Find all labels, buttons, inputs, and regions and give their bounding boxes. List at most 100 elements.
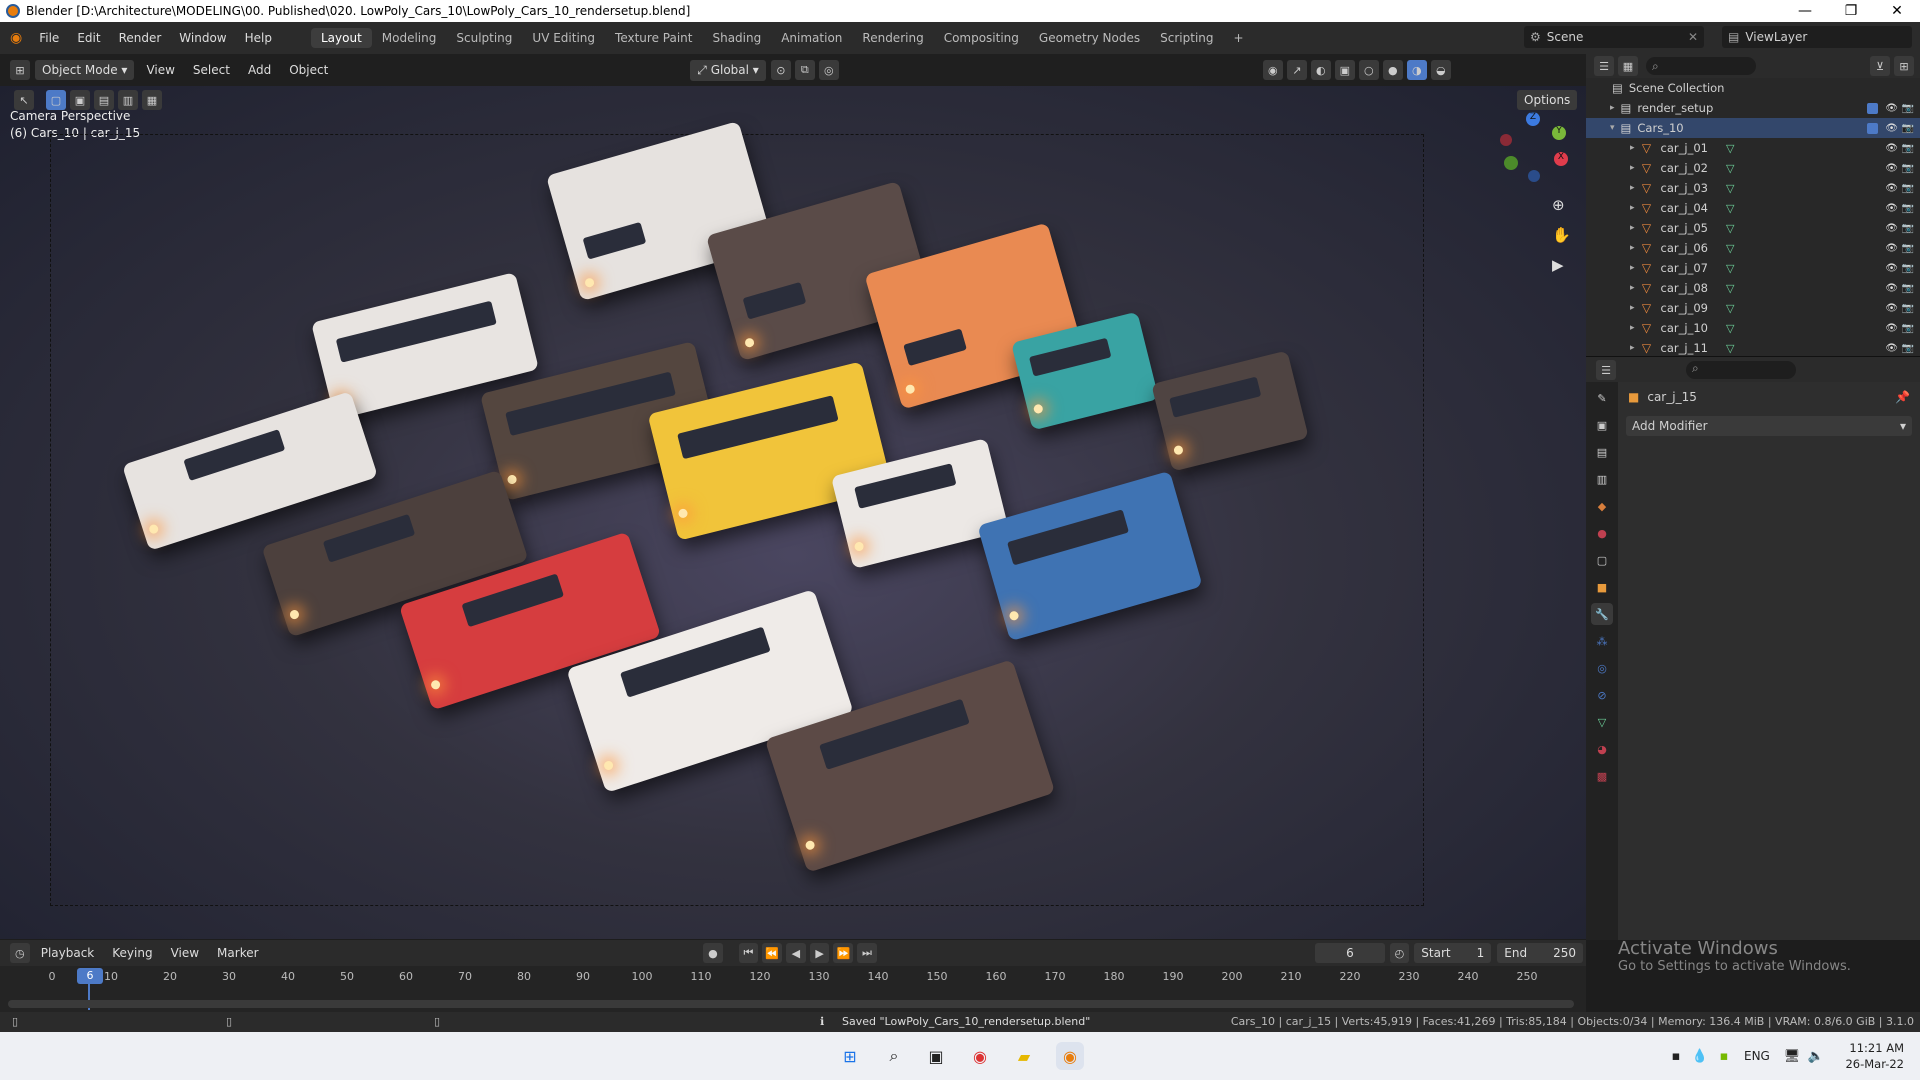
chevron-right-icon[interactable]: ▸: [1610, 103, 1615, 113]
properties-editor-type-icon[interactable]: ☰: [1596, 360, 1616, 380]
select-extend-icon[interactable]: ▣: [70, 90, 90, 110]
chevron-right-icon[interactable]: ▸: [1630, 163, 1635, 173]
render-camera-icon[interactable]: 📷: [1902, 283, 1914, 294]
close-button[interactable]: ✕: [1874, 0, 1920, 22]
gizmo-neg-x-icon[interactable]: [1500, 134, 1512, 146]
viewport-menu-object[interactable]: Object: [280, 63, 337, 77]
end-frame-field[interactable]: End 250: [1497, 943, 1583, 963]
outliner-root-row[interactable]: ▤ Scene Collection: [1586, 78, 1920, 98]
pin-icon[interactable]: 📌: [1895, 390, 1910, 404]
tab-scripting[interactable]: Scripting: [1150, 28, 1223, 48]
render-camera-icon[interactable]: 📷: [1902, 303, 1914, 314]
view-layer-tab-icon[interactable]: ▥: [1591, 468, 1613, 490]
mesh-data-icon[interactable]: ▽: [1726, 142, 1734, 155]
eye-icon[interactable]: 👁: [1885, 303, 1898, 314]
mesh-data-icon[interactable]: ▽: [1726, 182, 1734, 195]
outliner-row[interactable]: ▸ ▽ car_j_08 ▽ 👁 📷: [1586, 278, 1920, 298]
viewport-menu-select[interactable]: Select: [184, 63, 239, 77]
play-reverse-icon[interactable]: ◀: [786, 943, 806, 963]
gizmo-icon[interactable]: ↗: [1286, 60, 1307, 80]
tool-tab-icon[interactable]: ✎: [1591, 387, 1613, 409]
outliner-row[interactable]: ▸ ▤ render_setup 👁 📷: [1586, 98, 1920, 118]
scene-selector[interactable]: ⚙ Scene ✕: [1524, 26, 1704, 48]
windows-start-icon[interactable]: ⊞: [836, 1042, 864, 1070]
select-subtract-icon[interactable]: ▤: [94, 90, 114, 110]
render-camera-icon[interactable]: 📷: [1902, 183, 1914, 194]
gizmo-neg-y-icon[interactable]: [1504, 156, 1518, 170]
eye-icon[interactable]: 👁: [1885, 123, 1898, 134]
next-keyframe-icon[interactable]: ⏩: [833, 943, 854, 963]
tab-geometry-nodes[interactable]: Geometry Nodes: [1029, 28, 1150, 48]
render-camera-icon[interactable]: 📷: [1902, 243, 1914, 254]
chevron-right-icon[interactable]: ▸: [1630, 243, 1635, 253]
gizmo-neg-z-icon[interactable]: [1528, 170, 1540, 182]
tab-animation[interactable]: Animation: [771, 28, 852, 48]
add-workspace-button[interactable]: +: [1224, 28, 1254, 48]
maximize-button[interactable]: ❐: [1828, 0, 1874, 22]
render-camera-icon[interactable]: 📷: [1902, 143, 1914, 154]
render-tab-icon[interactable]: ▣: [1591, 414, 1613, 436]
clock[interactable]: 11:21 AM 26-Mar-22: [1836, 1040, 1904, 1072]
start-frame-field[interactable]: Start 1: [1414, 943, 1492, 963]
orientation-dropdown[interactable]: ⤢ Global ▾: [690, 59, 766, 81]
current-frame-field[interactable]: 6: [1315, 943, 1385, 963]
wireframe-shading-icon[interactable]: ○: [1358, 60, 1379, 80]
language-indicator[interactable]: ENG: [1744, 1049, 1770, 1063]
menu-file[interactable]: File: [30, 31, 68, 45]
new-collection-icon[interactable]: ⊞: [1894, 56, 1914, 76]
menu-render[interactable]: Render: [110, 31, 171, 45]
search-taskbar-icon[interactable]: ⌕: [880, 1042, 908, 1070]
outliner-editor-type-icon[interactable]: ☰: [1594, 56, 1614, 76]
material-tab-icon[interactable]: ◕: [1591, 738, 1613, 760]
3d-viewport[interactable]: ↖ ▢ ▣ ▤ ▥ ▦ Options Camera Perspective (…: [0, 86, 1586, 939]
chevron-right-icon[interactable]: ▸: [1630, 283, 1635, 293]
chevron-right-icon[interactable]: ▸: [1630, 323, 1635, 333]
blender-menu-icon[interactable]: ◉: [10, 30, 22, 46]
outliner-search-input[interactable]: ⌕: [1646, 57, 1756, 75]
tool-select-icon[interactable]: ↖: [14, 90, 34, 110]
outliner-row[interactable]: ▸ ▽ car_j_11 ▽ 👁 📷: [1586, 338, 1920, 358]
render-camera-icon[interactable]: 📷: [1902, 123, 1914, 134]
select-new-icon[interactable]: ▢: [46, 90, 66, 110]
nvidia-icon[interactable]: ▪: [1710, 1042, 1738, 1070]
jump-start-icon[interactable]: ⏮: [738, 943, 759, 963]
select-invert-icon[interactable]: ▥: [118, 90, 138, 110]
mesh-data-icon[interactable]: ▽: [1726, 282, 1734, 295]
task-view-icon[interactable]: ▣: [922, 1042, 950, 1070]
viewport-menu-view[interactable]: View: [137, 63, 183, 77]
jump-end-icon[interactable]: ⏭: [857, 943, 877, 963]
outliner-row[interactable]: ▸ ▽ car_j_02 ▽ 👁 📷: [1586, 158, 1920, 178]
eye-icon[interactable]: 👁: [1885, 143, 1898, 154]
display-mode-icon[interactable]: ▦: [1618, 56, 1638, 76]
blender-taskbar-icon[interactable]: ◉: [1056, 1042, 1084, 1070]
zoom-icon[interactable]: ⊕: [1552, 196, 1565, 214]
volume-icon[interactable]: 🔈: [1802, 1042, 1830, 1070]
snap-icon[interactable]: ⧉: [794, 60, 815, 80]
exclude-checkbox[interactable]: [1867, 102, 1878, 114]
scene-close-icon[interactable]: ✕: [1688, 30, 1698, 44]
render-camera-icon[interactable]: 📷: [1902, 323, 1914, 334]
render-camera-icon[interactable]: 📷: [1902, 103, 1914, 114]
modifier-tab-icon[interactable]: 🔧: [1591, 603, 1613, 625]
data-tab-icon[interactable]: ▽: [1591, 711, 1613, 733]
scene-tab-icon[interactable]: ◆: [1591, 495, 1613, 517]
particles-tab-icon[interactable]: ⁂: [1591, 630, 1613, 652]
add-modifier-dropdown[interactable]: Add Modifier ▾: [1626, 416, 1912, 436]
chrome-icon[interactable]: ◉: [966, 1042, 994, 1070]
viewlayer-selector[interactable]: ▤ ViewLayer: [1722, 26, 1912, 48]
chevron-right-icon[interactable]: ▸: [1630, 223, 1635, 233]
outliner-row[interactable]: ▸ ▽ car_j_10 ▽ 👁 📷: [1586, 318, 1920, 338]
gizmo-y-icon[interactable]: Y: [1552, 126, 1566, 140]
outliner-row[interactable]: ▸ ▽ car_j_01 ▽ 👁 📷: [1586, 138, 1920, 158]
render-camera-icon[interactable]: 📷: [1902, 263, 1914, 274]
filter-icon[interactable]: ⊻: [1870, 56, 1890, 76]
outliner-row[interactable]: ▸ ▽ car_j_09 ▽ 👁 📷: [1586, 298, 1920, 318]
file-explorer-icon[interactable]: ▰: [1010, 1042, 1038, 1070]
properties-search-input[interactable]: ⌕: [1686, 361, 1796, 379]
gizmo-x-icon[interactable]: X: [1554, 152, 1568, 166]
tab-compositing[interactable]: Compositing: [934, 28, 1029, 48]
mesh-data-icon[interactable]: ▽: [1726, 242, 1734, 255]
mesh-data-icon[interactable]: ▽: [1726, 302, 1734, 315]
outliner-row[interactable]: ▸ ▽ car_j_07 ▽ 👁 📷: [1586, 258, 1920, 278]
viewport-options-button[interactable]: Options: [1517, 90, 1578, 110]
